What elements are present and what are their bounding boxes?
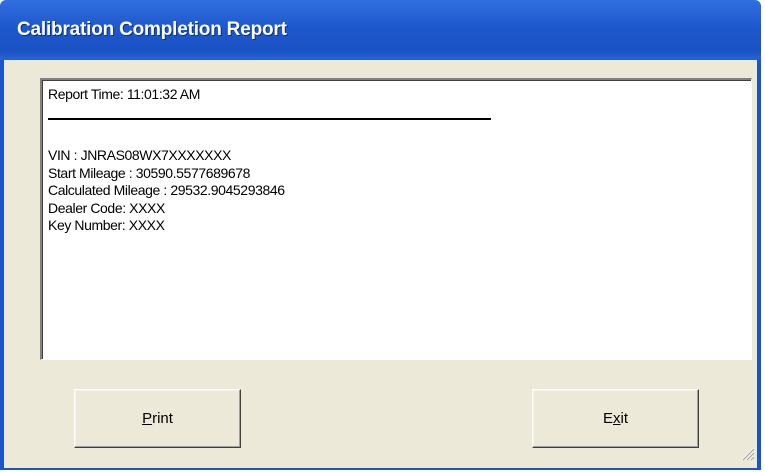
window-frame-right	[757, 60, 761, 470]
start-mileage-line: Start Mileage : 30590.5577689678	[48, 164, 251, 181]
report-text-area[interactable]: Report Time: 11:01:32 AM VIN : JNRAS08WX…	[40, 78, 752, 360]
report-details: VIN : JNRAS08WX7XXXXXXX Start Mileage : …	[48, 147, 285, 235]
print-button-mnemonic: P	[142, 410, 153, 427]
exit-button-suffix: it	[620, 410, 629, 427]
calculated-mileage-line: Calculated Mileage : 29532.9045293846	[48, 182, 285, 198]
window-title: Calibration Completion Report	[17, 19, 287, 40]
report-time: Report Time: 11:01:32 AM	[48, 86, 201, 102]
dialog-body: Report Time: 11:01:32 AM VIN : JNRAS08WX…	[4, 60, 757, 468]
report-window: Calibration Completion Report Report Tim…	[0, 0, 761, 470]
title-bar[interactable]: Calibration Completion Report	[0, 0, 761, 60]
dealer-code-line: Dealer Code: XXXX	[48, 199, 165, 216]
exit-button-mnemonic: x	[613, 410, 621, 427]
exit-button-prefix: E	[602, 410, 613, 427]
exit-button[interactable]: Exit	[532, 389, 699, 448]
vin-line: VIN : JNRAS08WX7XXXXXXX	[48, 147, 231, 163]
separator-line	[48, 118, 491, 120]
print-button-suffix: rint	[152, 410, 173, 427]
resize-grip-icon[interactable]	[739, 445, 755, 461]
print-button[interactable]: Print	[74, 389, 241, 448]
key-number-line: Key Number: XXXX	[48, 217, 165, 233]
